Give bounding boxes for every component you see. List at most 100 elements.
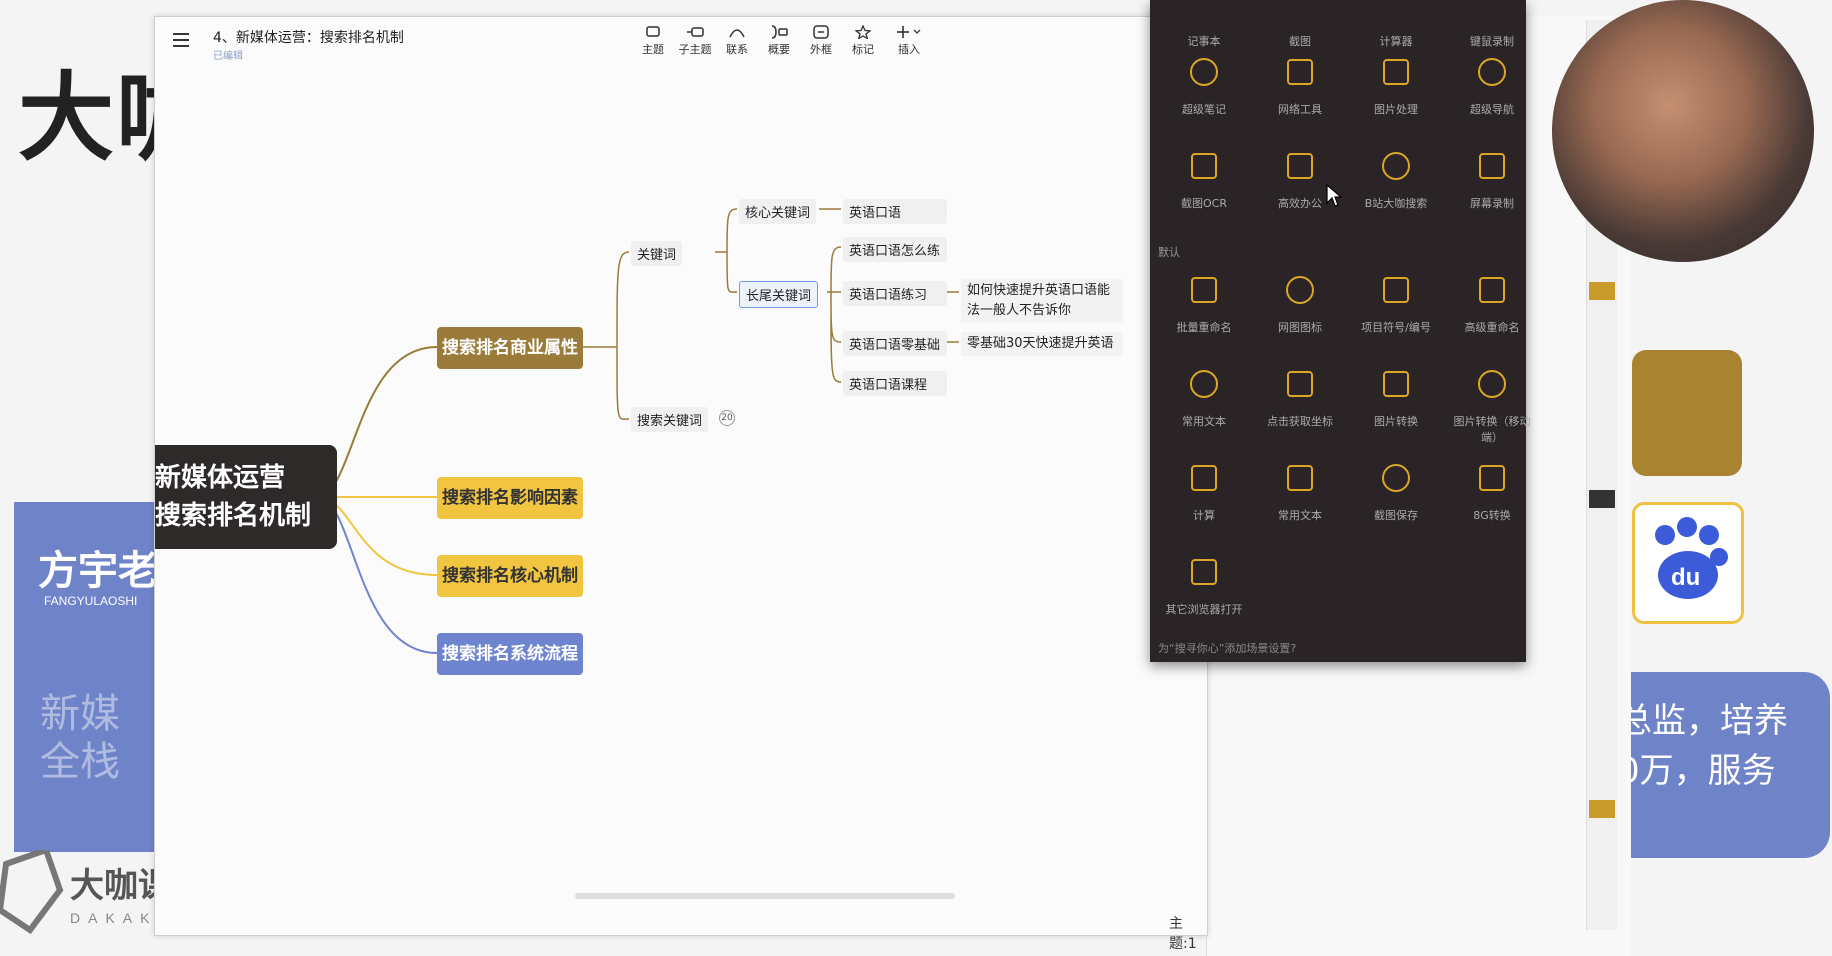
launcher-item-label: 屏幕录制	[1470, 197, 1514, 210]
launcher-item-icon	[1382, 464, 1410, 492]
launcher-item-label: 网络工具	[1278, 103, 1322, 116]
launcher-item[interactable]: B站大咖搜索	[1350, 148, 1442, 211]
subtopic-long-tail-keyword[interactable]: 长尾关键词	[739, 281, 819, 308]
launcher-popup: 默认 记事本 截图 计算器 键鼠录制 超级笔记 网络工具 图片处理 超级导航 截图OCR 高效办公…	[1150, 0, 1531, 662]
launcher-item-label: 图片转换（移动端）	[1453, 415, 1531, 444]
launcher-item-label: 超级笔记	[1182, 103, 1226, 116]
root-topic-line-2: 搜索排名机制	[155, 501, 312, 531]
launcher-item[interactable]: 高级重命名	[1446, 272, 1538, 335]
launcher-item-label: 计算器	[1379, 35, 1413, 48]
leaf-topic[interactable]: 英语口语练习	[843, 281, 947, 306]
background-right-text: 总监，培养 0万，服务	[1618, 696, 1788, 796]
launcher-item-label: 其它浏览器打开	[1165, 603, 1243, 616]
launcher-item-icon	[1287, 465, 1313, 491]
webcam-overlay	[1552, 0, 1814, 262]
launcher-item[interactable]: 计算器	[1350, 0, 1442, 49]
launcher-item-icon	[1190, 370, 1218, 398]
side-marker	[1589, 282, 1615, 300]
launcher-item-label: 记事本	[1187, 35, 1221, 48]
subtopic-search-keyword[interactable]: 搜索关键词	[631, 407, 709, 432]
launcher-item-icon	[1382, 152, 1410, 180]
launcher-item[interactable]: 网络工具	[1254, 54, 1346, 117]
popup-section-label: 默认	[1158, 246, 1180, 259]
launcher-item-icon	[1191, 559, 1217, 585]
launcher-item-label: 截图	[1289, 35, 1311, 48]
root-topic[interactable]: 新媒体运营 搜索排名机制	[155, 445, 337, 549]
launcher-item-label: 高级重命名	[1464, 321, 1520, 334]
mouse-cursor-icon	[1326, 184, 1342, 207]
launcher-item-label: 计算	[1193, 509, 1215, 522]
background-right-line-1: 总监，培养	[1618, 701, 1788, 741]
baidu-logo-card: du	[1632, 502, 1744, 624]
launcher-item[interactable]: 键鼠录制	[1446, 0, 1538, 49]
launcher-item[interactable]: 记事本	[1158, 0, 1250, 49]
leaf-topic[interactable]: 英语口语怎么练	[843, 237, 947, 262]
note-practice-line-2: 法一般人不告诉你	[967, 303, 1072, 318]
launcher-item-label: 网图图标	[1278, 321, 1322, 334]
horizontal-scrollbar[interactable]	[575, 893, 955, 899]
leaf-topic[interactable]: 英语口语课程	[843, 371, 947, 396]
launcher-item[interactable]: 截图OCR	[1158, 148, 1250, 211]
launcher-item-label: 图片处理	[1374, 103, 1418, 116]
launcher-item[interactable]: 批量重命名	[1158, 272, 1250, 335]
launcher-item-icon	[1479, 277, 1505, 303]
topic-factors[interactable]: 搜索排名影响因素	[437, 477, 583, 519]
launcher-item-icon	[1287, 153, 1313, 179]
launcher-item-label: 项目符号/编号	[1361, 321, 1431, 334]
popup-footer[interactable]: 为“搜寻你心”添加场景设置?	[1158, 640, 1296, 656]
launcher-item[interactable]: 常用文本	[1254, 460, 1346, 523]
launcher-item-icon	[1190, 58, 1218, 86]
launcher-item-icon	[1478, 370, 1506, 398]
launcher-item-icon	[1191, 465, 1217, 491]
launcher-item-icon	[1287, 59, 1313, 85]
background-presenter-sub: FANGYULAOSHI	[44, 594, 138, 608]
subtopic-core-keyword[interactable]: 核心关键词	[739, 199, 817, 224]
launcher-item[interactable]: 图片转换	[1350, 366, 1442, 429]
leaf-topic[interactable]: 英语口语	[843, 199, 947, 224]
note-practice-line-1: 如何快速提升英语口语能	[967, 283, 1111, 298]
launcher-item-label: 键鼠录制	[1470, 35, 1514, 48]
leaf-topic[interactable]: 英语口语零基础	[843, 331, 947, 356]
launcher-item[interactable]: 图片转换（移动端）	[1446, 366, 1538, 445]
launcher-item-label: 超级导航	[1470, 103, 1514, 116]
background-right-line-2: 0万，服务	[1618, 751, 1776, 791]
launcher-item[interactable]: 点击获取坐标	[1254, 366, 1346, 429]
topic-core-mechanism[interactable]: 搜索排名核心机制	[437, 555, 583, 597]
launcher-item-icon	[1479, 153, 1505, 179]
launcher-item-label: 批量重命名	[1176, 321, 1232, 334]
launcher-item-label: B站大咖搜索	[1364, 197, 1428, 210]
side-marker	[1589, 490, 1615, 508]
root-topic-line-1: 新媒体运营	[155, 463, 286, 493]
launcher-item[interactable]: 常用文本	[1158, 366, 1250, 429]
launcher-item[interactable]: 计算	[1158, 460, 1250, 523]
launcher-item-label: 截图OCR	[1181, 197, 1227, 210]
launcher-item[interactable]: 项目符号/编号	[1350, 272, 1442, 335]
launcher-item-label: 常用文本	[1278, 509, 1322, 522]
topic-system-flow[interactable]: 搜索排名系统流程	[437, 633, 583, 675]
collapse-count-badge[interactable]: 20	[719, 410, 735, 426]
svg-text:du: du	[1671, 564, 1700, 591]
launcher-item[interactable]: 截图保存	[1350, 460, 1442, 523]
mindmap-window: 4、新媒体运营：搜索排名机制 已编辑 主题 子主题 联系 概要 外框 标记 插入…	[154, 16, 1208, 952]
launcher-item[interactable]: 8G转换	[1446, 460, 1538, 523]
launcher-item[interactable]: 超级导航	[1446, 54, 1538, 117]
launcher-item-icon	[1479, 465, 1505, 491]
launcher-item[interactable]: 屏幕录制	[1446, 148, 1538, 211]
launcher-item-icon	[1287, 371, 1313, 397]
launcher-item-label: 图片转换	[1374, 415, 1418, 428]
launcher-item[interactable]: 截图	[1254, 0, 1346, 49]
launcher-item-icon	[1383, 371, 1409, 397]
note-practice[interactable]: 如何快速提升英语口语能 法一般人不告诉你	[961, 279, 1123, 323]
launcher-item[interactable]: 其它浏览器打开	[1158, 554, 1250, 617]
topic-commercial[interactable]: 搜索排名商业属性	[437, 327, 583, 369]
launcher-item[interactable]: 网图图标	[1254, 272, 1346, 335]
launcher-item[interactable]: 图片处理	[1350, 54, 1442, 117]
launcher-item[interactable]: 超级笔记	[1158, 54, 1250, 117]
launcher-item-icon	[1191, 153, 1217, 179]
launcher-item-label: 8G转换	[1473, 509, 1511, 522]
side-marker	[1589, 800, 1615, 818]
launcher-item-label: 点击获取坐标	[1267, 415, 1333, 428]
launcher-item-icon	[1478, 58, 1506, 86]
note-zero-basis[interactable]: 零基础30天快速提升英语	[961, 332, 1123, 356]
subtopic-keyword[interactable]: 关键词	[631, 241, 683, 266]
